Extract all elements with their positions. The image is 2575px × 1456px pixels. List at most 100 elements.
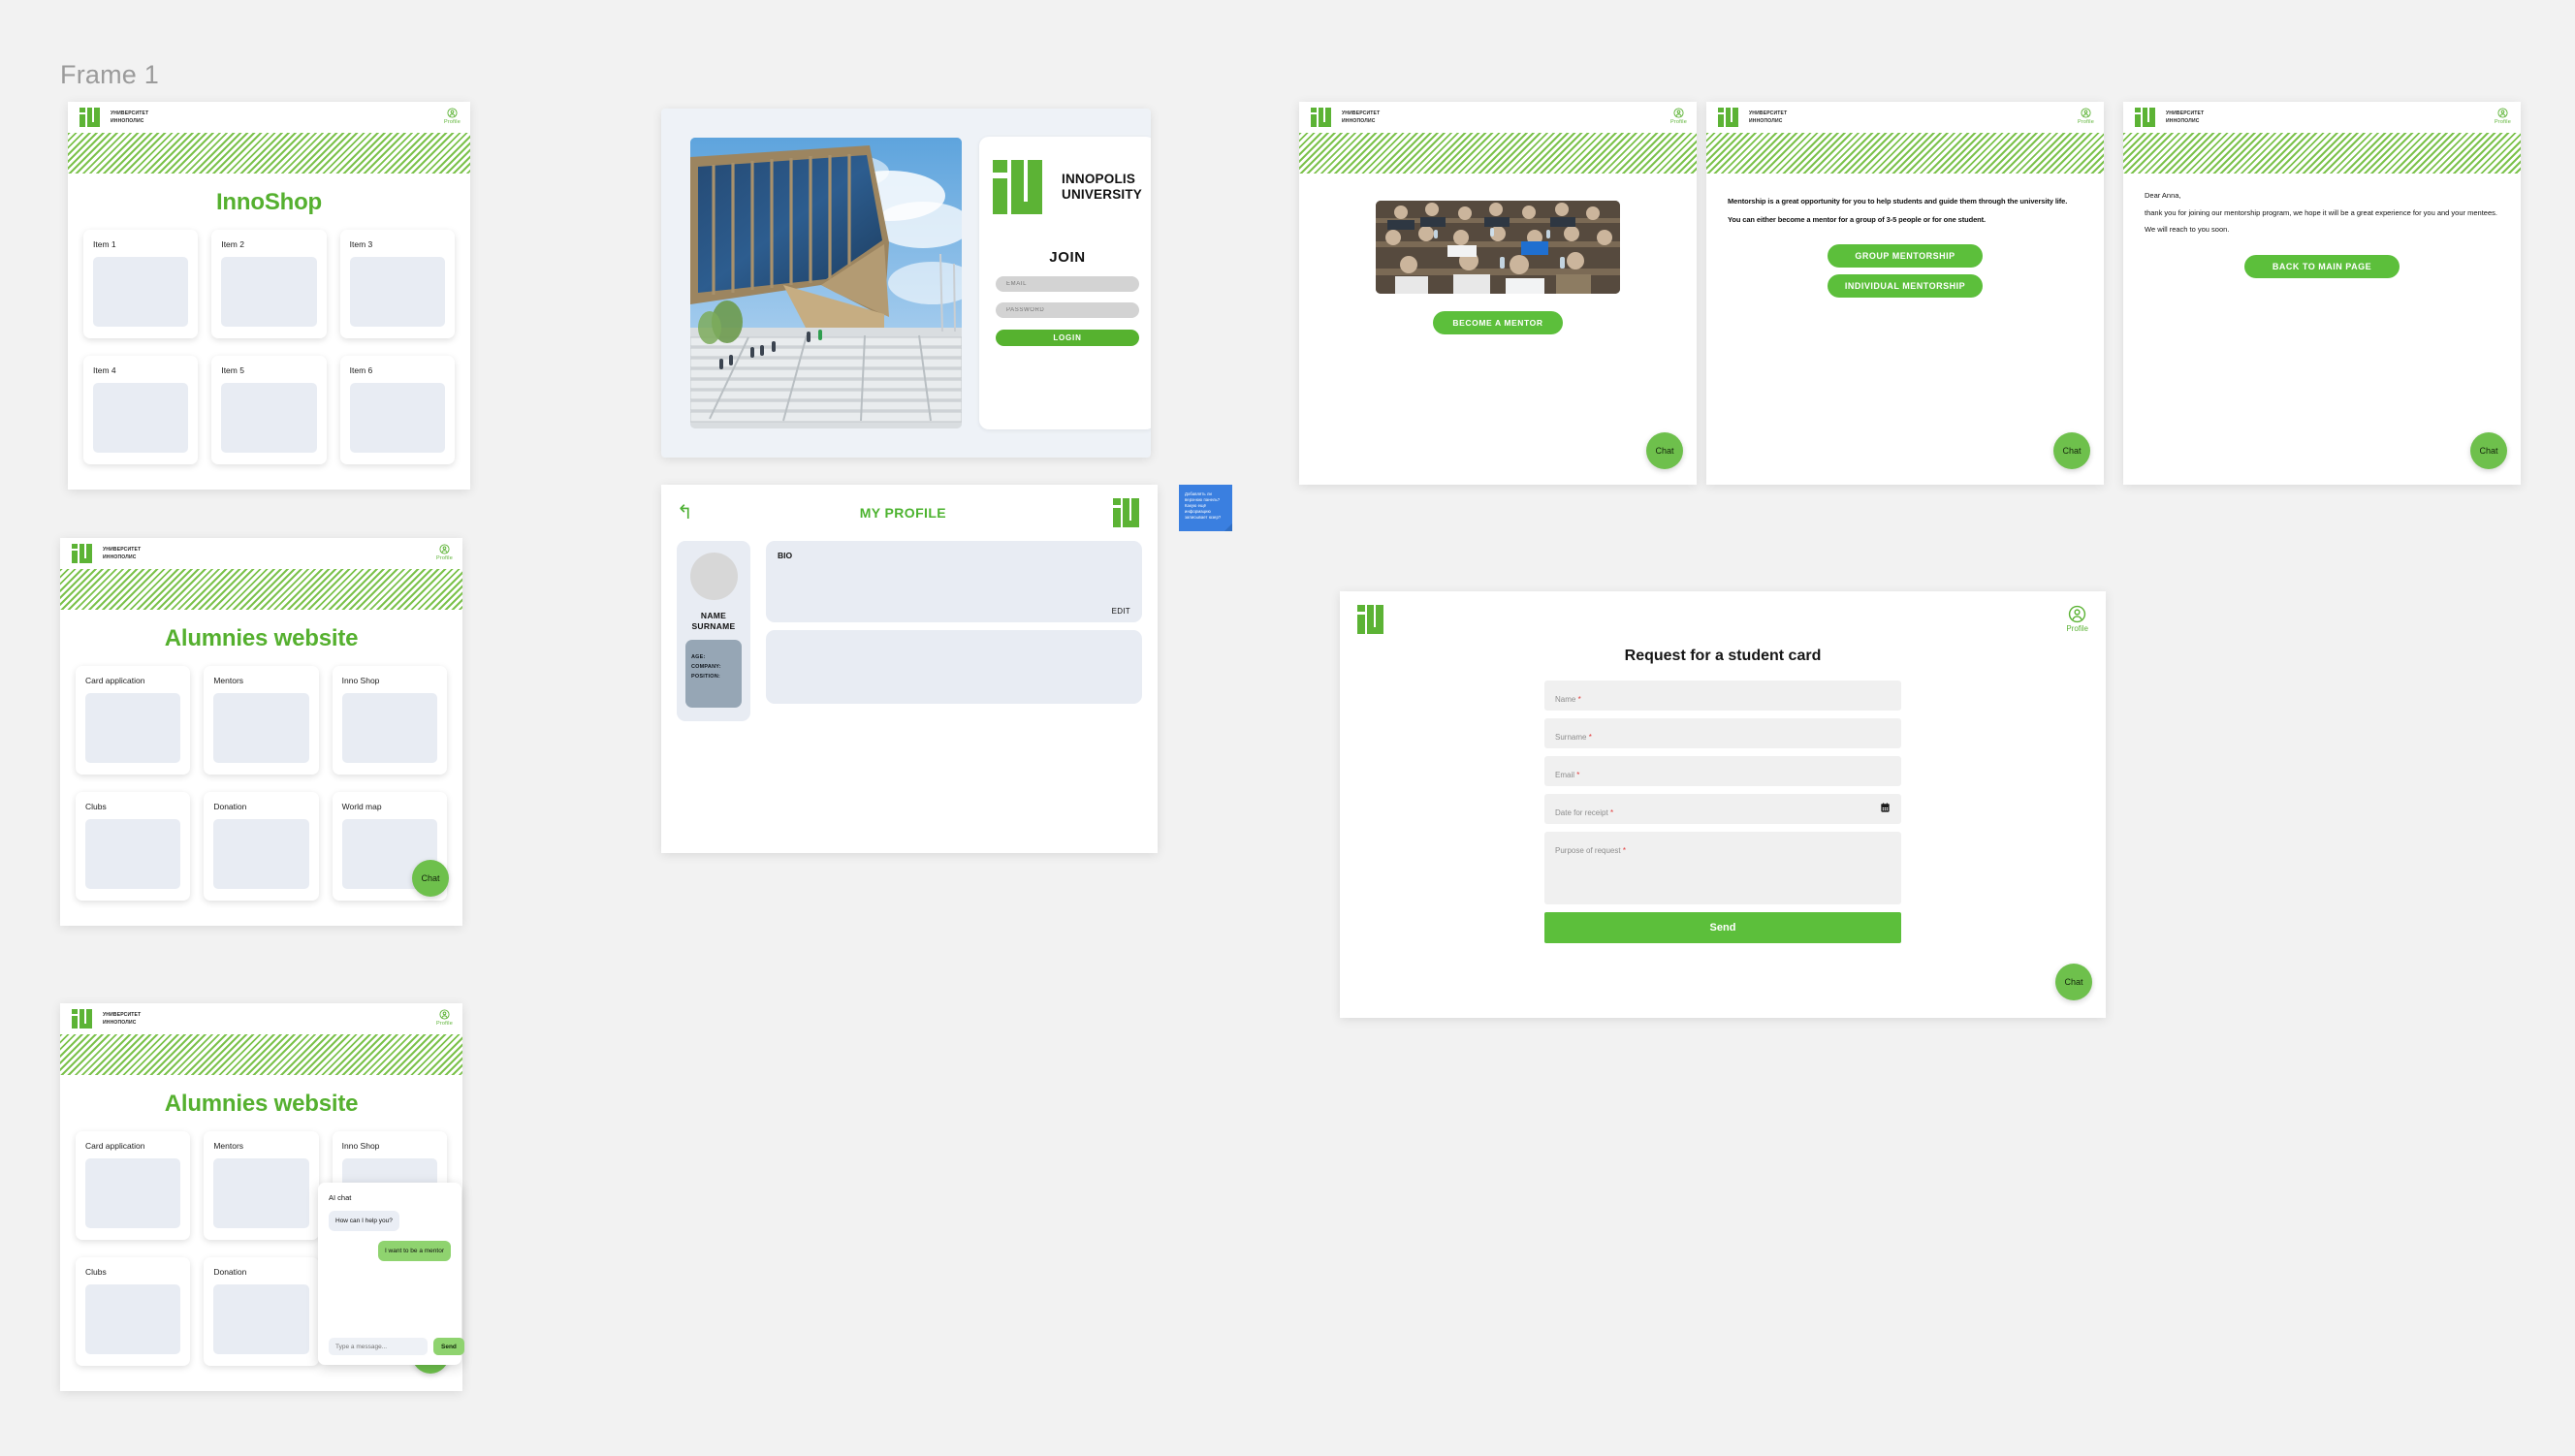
site-header: УНИВЕРСИТЕТ ИННОПОЛИС Profile	[1299, 102, 1697, 133]
card-application-tile[interactable]: Card application	[76, 1131, 191, 1240]
striped-banner	[2123, 133, 2521, 174]
profile-label: Profile	[1670, 119, 1687, 125]
item-image-placeholder	[349, 257, 445, 327]
donation-tile[interactable]: Donation	[204, 1257, 319, 1366]
donation-tile[interactable]: Donation	[204, 792, 319, 901]
campus-photo	[690, 138, 962, 428]
profile-button[interactable]: Profile	[2066, 605, 2088, 633]
individual-mentorship-button[interactable]: INDIVIDUAL MENTORSHIP	[1828, 274, 1983, 298]
tile-image-placeholder	[85, 693, 181, 763]
send-button[interactable]: Send	[1544, 912, 1901, 943]
purpose-of-request-field[interactable]: Purpose of request *	[1544, 832, 1901, 904]
list-item[interactable]: Item 4	[83, 356, 199, 464]
thanks-closing: We will reach to you soon.	[2145, 225, 2230, 234]
mentors-tile[interactable]: Mentors	[204, 666, 319, 775]
profile-button[interactable]: Profile	[2078, 108, 2094, 125]
chat-fab-button[interactable]: Chat	[2053, 432, 2090, 469]
chat-fab-button[interactable]: Chat	[1646, 432, 1683, 469]
brand-lockup[interactable]: УНИВЕРСИТЕТ ИННОПОЛИС	[72, 1009, 141, 1029]
name-field[interactable]: Name *	[1544, 681, 1901, 711]
chat-fab-button[interactable]: Chat	[412, 860, 449, 897]
brand-lockup[interactable]: УНИВЕРСИТЕТ ИННОПОЛИС	[1718, 108, 1787, 127]
iu-logo-icon	[72, 1009, 97, 1029]
card-application-tile[interactable]: Card application	[76, 666, 191, 775]
alumnies-card-grid: Card application Mentors Inno Shop Clubs…	[60, 658, 462, 918]
surname-field[interactable]: Surname *	[1544, 718, 1901, 748]
page-title: MY PROFILE	[859, 505, 947, 521]
list-item[interactable]: Item 6	[339, 356, 455, 464]
back-to-main-page-button[interactable]: BACK TO MAIN PAGE	[2244, 254, 2400, 278]
list-item[interactable]: Item 1	[83, 230, 199, 338]
screen-alumnies: УНИВЕРСИТЕТ ИННОПОЛИС Profile Alumnies w…	[60, 538, 462, 926]
striped-banner	[60, 1034, 462, 1075]
list-item[interactable]: Item 2	[211, 230, 327, 338]
profile-button[interactable]: Profile	[2495, 108, 2511, 125]
innoshop-item-grid: Item 1 Item 2 Item 3 Item 4 Item 5 Item …	[68, 222, 470, 482]
iu-logo-icon[interactable]	[1357, 605, 1386, 634]
date-for-receipt-field[interactable]: Date for receipt *	[1544, 794, 1901, 824]
password-field[interactable]	[996, 302, 1139, 318]
iu-logo-icon	[1311, 108, 1336, 127]
user-circle-icon	[2069, 605, 2086, 623]
profile-button[interactable]: Profile	[444, 108, 461, 125]
email-field[interactable]: Email *	[1544, 756, 1901, 786]
students-lecture-photo	[1376, 201, 1620, 294]
name-field-label: Name	[1555, 695, 1576, 704]
brand-wordmark: УНИВЕРСИТЕТ ИННОПОЛИС	[103, 1012, 142, 1026]
become-a-mentor-button[interactable]: BECOME A MENTOR	[1433, 311, 1563, 334]
chat-fab-label: Chat	[2479, 446, 2498, 456]
figma-canvas: Frame 1 УНИВЕРСИТЕТ ИННОПОЛИС Profile In…	[0, 0, 2575, 1456]
brand-lockup[interactable]: УНИВЕРСИТЕТ ИННОПОЛИС	[79, 108, 148, 127]
profile-sidebar: NAME SURNAME AGE: COMPANY: POSITION:	[677, 541, 750, 721]
profile-button[interactable]: Profile	[436, 544, 453, 561]
tile-title: Mentors	[213, 676, 244, 685]
item-title: Item 2	[221, 239, 244, 249]
avatar[interactable]	[689, 553, 738, 600]
student-card-form-fields: Name * Surname * Email * Date for receip…	[1544, 681, 1901, 943]
screen-login: INNOPOLIS UNIVERSITY JOIN LOGIN	[661, 109, 1151, 458]
brand-lockup[interactable]: УНИВЕРСИТЕТ ИННОПОЛИС	[72, 544, 141, 563]
surname-field-label: Surname	[1555, 733, 1587, 742]
tile-title: Mentors	[213, 1141, 244, 1151]
group-mentorship-button[interactable]: GROUP MENTORSHIP	[1828, 244, 1983, 268]
chat-message-input[interactable]	[329, 1338, 428, 1355]
mentorship-actions: GROUP MENTORSHIP INDIVIDUAL MENTORSHIP	[1706, 244, 2104, 298]
edit-bio-button[interactable]: EDIT	[1112, 607, 1130, 616]
chat-send-button[interactable]: Send	[433, 1338, 464, 1355]
iu-logo-icon	[2135, 108, 2160, 127]
list-item[interactable]: Item 3	[339, 230, 455, 338]
profile-name: NAME SURNAME	[691, 611, 736, 631]
inno-shop-tile[interactable]: Inno Shop	[332, 666, 447, 775]
item-title: Item 5	[221, 365, 244, 375]
tile-image-placeholder	[341, 693, 437, 763]
brand-lockup[interactable]: УНИВЕРСИТЕТ ИННОПОЛИС	[1311, 108, 1380, 127]
brand-lockup[interactable]: УНИВЕРСИТЕТ ИННОПОЛИС	[2135, 108, 2204, 127]
tile-title: Clubs	[85, 1267, 107, 1277]
login-button[interactable]: LOGIN	[996, 330, 1139, 346]
chat-fab-label: Chat	[1655, 446, 1674, 456]
profile-button[interactable]: Profile	[436, 1009, 453, 1027]
chat-fab-label: Chat	[2064, 977, 2083, 987]
thanks-body: thank you for joining our mentorship pro…	[2145, 207, 2497, 217]
chat-fab-button[interactable]: Chat	[2470, 432, 2507, 469]
chat-fab-button[interactable]: Chat	[2055, 964, 2092, 1000]
back-arrow-icon[interactable]: ↰	[677, 503, 693, 522]
screen-innoshop: УНИВЕРСИТЕТ ИННОПОЛИС Profile InnoShop I…	[68, 102, 470, 490]
mentors-tile[interactable]: Mentors	[204, 1131, 319, 1240]
clubs-tile[interactable]: Clubs	[76, 792, 191, 901]
profile-button[interactable]: Profile	[1670, 108, 1687, 125]
calendar-icon[interactable]	[1880, 801, 1891, 818]
clubs-tile[interactable]: Clubs	[76, 1257, 191, 1366]
required-marker: *	[1588, 733, 1592, 742]
sticky-note[interactable]: Добавлять ли верхнюю панель? Какую ещё и…	[1179, 485, 1232, 531]
lecture-hall-illustration	[1376, 201, 1620, 294]
email-field[interactable]	[996, 276, 1139, 292]
brand-name: INNOPOLIS UNIVERSITY	[1062, 172, 1143, 202]
profile-label: Profile	[436, 1021, 453, 1027]
required-marker: *	[1576, 771, 1580, 779]
tile-title: Card application	[85, 676, 145, 685]
site-header: УНИВЕРСИТЕТ ИННОПОЛИС Profile	[60, 1003, 462, 1034]
iu-logo-icon[interactable]	[1112, 498, 1142, 527]
list-item[interactable]: Item 5	[211, 356, 327, 464]
screen-become-a-mentor: УНИВЕРСИТЕТ ИННОПОЛИС Profile BECOME A M…	[1299, 102, 1697, 485]
